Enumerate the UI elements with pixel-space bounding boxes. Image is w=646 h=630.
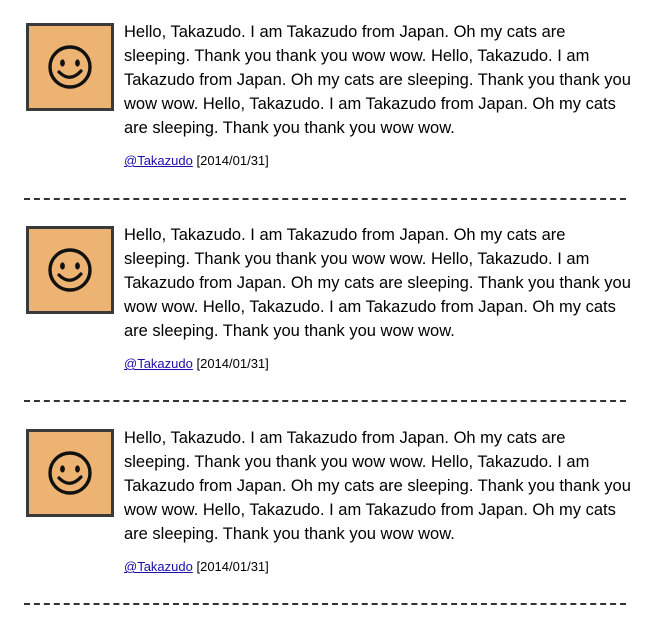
post-body: Hello, Takazudo. I am Takazudo from Japa… [124, 20, 634, 170]
post-item: Hello, Takazudo. I am Takazudo from Japa… [0, 20, 646, 200]
post-date: [2014/01/31] [196, 559, 269, 574]
smiley-face-icon [48, 248, 92, 292]
username-link[interactable]: @Takazudo [124, 559, 193, 574]
post-item: Hello, Takazudo. I am Takazudo from Japa… [0, 223, 646, 403]
post-date: [2014/01/31] [196, 356, 269, 371]
post-body: Hello, Takazudo. I am Takazudo from Japa… [124, 426, 634, 576]
post-body: Hello, Takazudo. I am Takazudo from Japa… [124, 223, 634, 373]
avatar[interactable] [26, 226, 114, 314]
post-text: Hello, Takazudo. I am Takazudo from Japa… [124, 429, 631, 543]
post-meta: @Takazudo [2014/01/31] [124, 355, 634, 373]
divider [24, 198, 626, 200]
divider [24, 400, 626, 402]
post-feed: Hello, Takazudo. I am Takazudo from Japa… [0, 0, 646, 605]
username-link[interactable]: @Takazudo [124, 153, 193, 168]
divider [24, 603, 626, 605]
avatar[interactable] [26, 429, 114, 517]
smiley-face-icon [48, 45, 92, 89]
username-link[interactable]: @Takazudo [124, 356, 193, 371]
post-meta: @Takazudo [2014/01/31] [124, 152, 634, 170]
post-date: [2014/01/31] [196, 153, 269, 168]
post-text: Hello, Takazudo. I am Takazudo from Japa… [124, 23, 631, 137]
post-text: Hello, Takazudo. I am Takazudo from Japa… [124, 226, 631, 340]
smiley-face-icon [48, 451, 92, 495]
avatar[interactable] [26, 23, 114, 111]
post-item: Hello, Takazudo. I am Takazudo from Japa… [0, 426, 646, 606]
post-meta: @Takazudo [2014/01/31] [124, 558, 634, 576]
